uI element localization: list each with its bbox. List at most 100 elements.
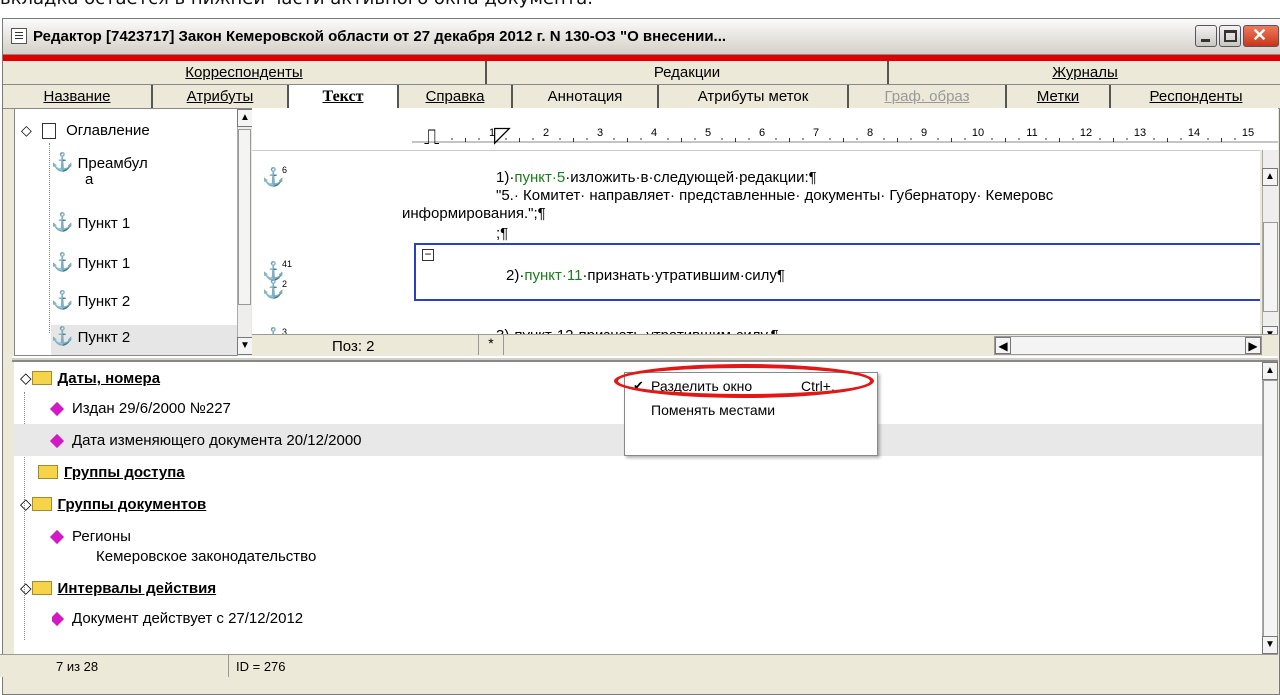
scroll-left-icon[interactable]: ◀ [995,337,1011,354]
tab-editions[interactable]: Редакции [487,61,889,84]
scroll-up-icon[interactable]: ▲ [237,109,253,127]
indent-marker-icon: ⎍ [424,125,439,150]
ruler-label: 3 [597,127,603,139]
toc-item-punkt2b[interactable]: ⚓ Пункт 2 [51,325,237,355]
ruler[interactable]: 1 2 3 4 5 6 7 8 9 10 11 12 13 14 15 ⎍ ◸ [252,108,1278,150]
title-bar[interactable]: Редактор [7423717] Закон Кемеровской обл… [3,19,1280,55]
maximize-button[interactable] [1219,25,1241,47]
tab-correspondents[interactable]: Корреспонденты [3,61,487,84]
anchor-icon: ⚓ [51,290,74,310]
ruler-label: 2 [543,127,549,139]
tab-journals[interactable]: Журналы [889,61,1280,84]
tree-item-issued[interactable]: Издан 29/6/2000 №227 [49,394,231,424]
text-editor[interactable]: ⚓ 6 ⚓ 41 ⚓ 2 ⚓ 3 1)·пункт·5·изложить·в·с… [252,150,1260,347]
ruler-tick [1005,138,1006,142]
scroll-up-icon[interactable]: ▲ [1262,362,1278,380]
minimize-button[interactable] [1195,25,1217,47]
tree-item-effective[interactable]: Документ действует с 27/12/2012 [52,606,303,632]
toc-root[interactable]: ◇ Оглавление [21,119,150,149]
document-id: ID = 276 [236,659,286,674]
ruler-label: 13 [1134,127,1146,139]
ruler-label: 10 [972,127,984,139]
collapse-icon[interactable]: − [422,248,434,261]
anchor-icon: ⚓ [51,152,74,172]
page-caption: вкладка остается в нижней части активног… [0,0,1280,12]
attribute-diamond-icon [52,611,65,627]
folder-icon [31,497,52,512]
tab-respondents[interactable]: Респонденты [1111,85,1280,108]
toc-item-punkt1[interactable]: ⚓ Пункт 1 [51,211,130,241]
tab-graphic-image[interactable]: Граф. образ [849,85,1007,108]
tree-scrollbar[interactable]: ▲ ▼ [1262,362,1278,654]
tab-text[interactable]: Текст [289,85,399,108]
tree-node-dates[interactable]: ◇ Даты, номера [20,364,160,394]
editor-status: Поз: 2 * ◀ ▶ [252,334,1278,356]
toc-item-punkt2[interactable]: ⚓ Пункт 2 [51,289,130,319]
ruler-tick [640,138,642,140]
expand-diamond-icon[interactable]: ◇ [20,580,32,597]
ruler-label: 6 [759,127,765,139]
ruler-tick [627,138,628,142]
tree-node-docgroups[interactable]: ◇ Группы документов [20,490,206,520]
ruler-label: 11 [1026,127,1037,139]
menu-item-swap[interactable]: Поменять местами [651,399,871,421]
folder-icon [31,371,52,386]
tree-node-intervals[interactable]: ◇ Интервалы действия [20,574,216,604]
scroll-thumb[interactable] [1263,222,1278,312]
expand-diamond-icon[interactable]: ◇ [20,496,32,513]
scroll-thumb[interactable] [238,129,251,305]
horizontal-scrollbar[interactable]: ◀ ▶ [994,336,1262,355]
ruler-label: 5 [705,127,711,139]
ruler-svg: 1 2 3 4 5 6 7 8 9 10 11 12 13 14 15 ⎍ ◸ [412,123,1278,150]
tab-row: Название Атрибуты Текст Справка Аннотаци… [3,85,1280,109]
close-button[interactable]: ✕ [1243,25,1279,47]
scroll-thumb[interactable] [1263,380,1278,638]
editor-scrollbar[interactable]: ▲ ▼ [1262,150,1278,346]
ruler-tick [1207,138,1209,140]
ruler-tick [532,138,534,140]
ruler-tick [735,138,736,142]
tab-reference[interactable]: Справка [399,85,513,108]
tab-name[interactable]: Название [3,85,153,108]
ruler-label: 7 [813,127,819,139]
tree-item-changing[interactable]: Дата изменяющего документа 20/12/2000 [49,426,362,456]
ruler-tick [1153,138,1155,140]
ruler-tick [478,138,480,140]
ruler-tick [951,138,952,142]
maximize-icon [1224,30,1237,42]
tab-labels[interactable]: Метки [1007,85,1111,108]
collapse-diamond-icon[interactable]: ◇ [21,122,32,138]
tree-line [49,143,50,333]
scroll-down-icon[interactable]: ▼ [1262,636,1278,654]
ruler-tick [586,138,588,140]
minimize-icon [1201,39,1210,42]
ruler-tick [964,138,966,140]
scroll-right-icon[interactable]: ▶ [1245,337,1261,354]
tree-node-access[interactable]: Группы доступа [38,458,185,488]
toc-item-preamble[interactable]: ⚓ Преамбул [51,151,148,181]
scroll-up-icon[interactable]: ▲ [1262,168,1278,186]
tab-label-attributes[interactable]: Атрибуты меток [659,85,849,108]
scroll-down-icon[interactable]: ▼ [237,337,253,355]
ruler-tick [991,138,993,140]
editor-line: ;¶ [496,225,509,242]
highlight-oval [614,364,874,398]
ruler-tick [1234,138,1236,140]
tab-annotation[interactable]: Аннотация [513,85,659,108]
ruler-tick [1180,138,1182,140]
ruler-tick [1072,138,1074,140]
ruler-tick [856,138,858,140]
tab-stop-icon: ◸ [494,123,511,148]
ruler-tick [748,138,750,140]
expand-diamond-icon[interactable]: ◇ [20,370,32,387]
ruler-tick [843,138,844,142]
folder-icon [31,581,52,596]
ruler-tick [559,138,561,140]
toc-item-punkt1b[interactable]: ⚓ Пункт 1 [51,251,130,281]
toc-scrollbar[interactable]: ▲ ▼ [237,109,253,357]
ruler-tick [1221,138,1222,142]
ruler-label: 9 [921,127,927,139]
selected-block[interactable]: − 2)·пункт·11·признать·утратившим·силу¶ [414,243,1260,301]
tab-attributes[interactable]: Атрибуты [153,85,289,108]
close-icon: ✕ [1252,25,1268,45]
